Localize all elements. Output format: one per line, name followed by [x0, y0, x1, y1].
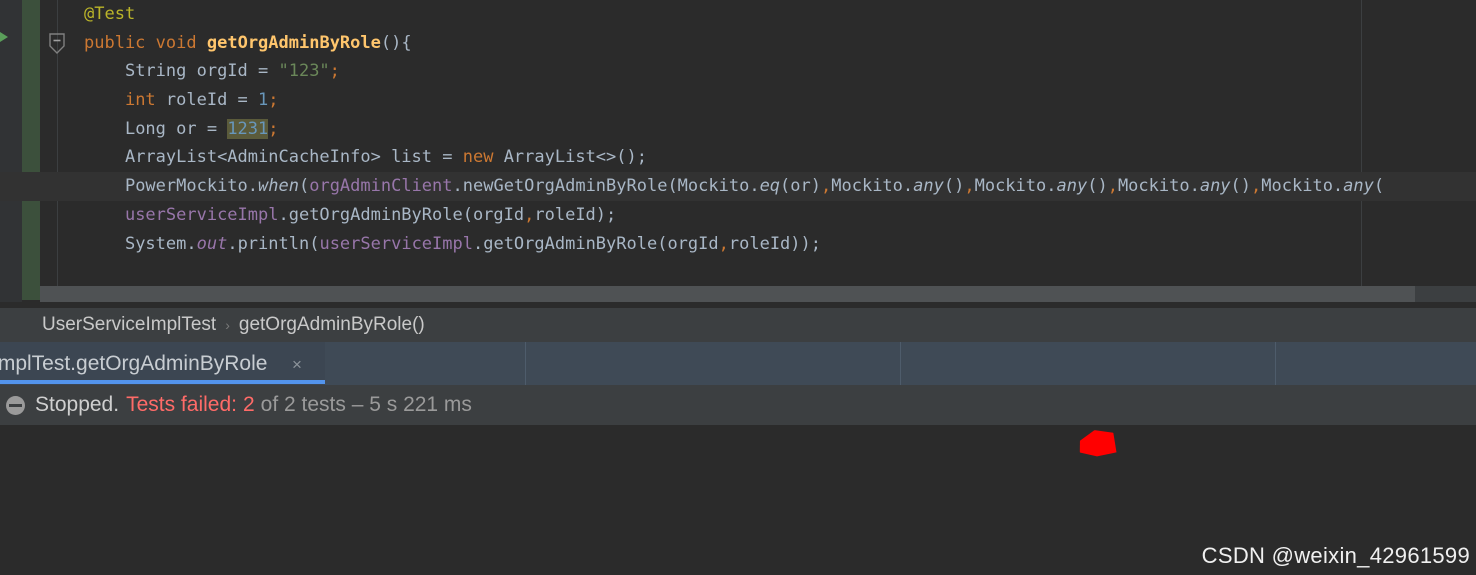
- close-icon[interactable]: ×: [292, 355, 302, 375]
- code-token: ArrayList<AdminCacheInfo>: [124, 147, 392, 168]
- code-line[interactable]: System.out.println(userServiceImpl.getOr…: [0, 230, 1476, 259]
- ide-screenshot: @Test public void getOrgAdminByRole(){ St…: [0, 0, 1476, 575]
- code-token: Mockito.: [1117, 176, 1200, 197]
- code-line[interactable]: String orgId = "123";: [0, 57, 1476, 86]
- code-line[interactable]: @Test: [0, 0, 1476, 29]
- code-token: =: [432, 147, 463, 168]
- code-token: any: [1199, 176, 1231, 197]
- code-token: any: [913, 176, 944, 197]
- code-line[interactable]: Long or = 1231;: [0, 115, 1476, 144]
- code-token: Mockito.: [831, 176, 914, 197]
- code-token: list: [391, 147, 433, 168]
- code-text[interactable]: @Test public void getOrgAdminByRole(){ St…: [0, 0, 1476, 300]
- watermark: CSDN @weixin_42961599: [1201, 543, 1470, 568]
- code-token: new: [462, 147, 494, 168]
- code-token: (): [943, 176, 965, 197]
- code-token: getOrgAdminByRole: [206, 32, 381, 53]
- tab-active-underline: [0, 380, 325, 384]
- code-token: ,: [964, 176, 975, 197]
- stopped-icon: [6, 395, 25, 415]
- code-token: Mockito.: [1261, 176, 1344, 197]
- breadcrumb[interactable]: UserServiceImplTest › getOrgAdminByRole(…: [0, 308, 1476, 342]
- code-token: roleId));: [728, 233, 821, 254]
- chevron-right-icon: ›: [225, 317, 230, 333]
- tab-label[interactable]: ImplTest.getOrgAdminByRole: [0, 352, 267, 376]
- code-token: .getOrgAdminByRole(orgId: [472, 233, 719, 254]
- code-token: roleId);: [534, 204, 617, 225]
- code-token: Long or =: [124, 118, 228, 139]
- code-token: ,: [821, 176, 832, 197]
- code-editor[interactable]: @Test public void getOrgAdminByRole(){ St…: [0, 0, 1476, 308]
- code-token: any: [1056, 176, 1088, 197]
- code-token: int: [124, 90, 156, 111]
- status-failed-count: 2: [242, 393, 255, 416]
- code-token: (): [1087, 176, 1108, 197]
- code-token: (){: [380, 32, 412, 53]
- code-token: when: [258, 176, 299, 197]
- code-token: (: [298, 176, 310, 197]
- code-token: ,: [524, 204, 535, 225]
- code-token: orgAdminClient: [309, 176, 453, 197]
- code-token: ,: [1251, 176, 1262, 197]
- code-line[interactable]: ArrayList<AdminCacheInfo> list = new Arr…: [0, 143, 1476, 172]
- code-token: @Test: [84, 4, 136, 24]
- code-token: .getOrgAdminByRole(orgId: [278, 204, 525, 225]
- code-token: (or): [780, 176, 821, 197]
- breadcrumb-method[interactable]: getOrgAdminByRole(): [239, 314, 425, 336]
- code-token: (: [1373, 176, 1385, 197]
- code-token: ;: [268, 90, 279, 111]
- code-token: (): [1230, 176, 1252, 197]
- code-token: PowerMockito.: [124, 176, 259, 197]
- code-token: void: [155, 32, 197, 53]
- status-stopped-label: Stopped.: [35, 393, 120, 416]
- code-token: ,: [1107, 176, 1118, 197]
- breadcrumb-class[interactable]: UserServiceImplTest: [42, 314, 216, 336]
- code-line[interactable]: int roleId = 1;: [0, 86, 1476, 115]
- code-token: .println(: [227, 233, 320, 254]
- code-token: "123": [278, 61, 330, 82]
- code-token: System.: [124, 233, 197, 254]
- status-failed-label: Tests failed:: [126, 393, 237, 416]
- tab-divider: [900, 342, 901, 385]
- code-token: String orgId =: [124, 61, 279, 82]
- tab-divider: [525, 342, 526, 385]
- code-line[interactable]: public void getOrgAdminByRole(){: [0, 29, 1476, 58]
- code-token: userServiceImpl: [319, 233, 473, 254]
- code-token: out: [196, 233, 228, 254]
- code-line[interactable]: userServiceImpl.getOrgAdminByRole(orgId,…: [0, 201, 1476, 230]
- editor-hscrollbar-thumb[interactable]: [40, 286, 1415, 302]
- code-token: userServiceImpl: [124, 204, 279, 225]
- status-summary: of 2 tests – 5 s 221 ms: [260, 393, 472, 416]
- code-token: ;: [329, 61, 340, 82]
- test-status-bar: Stopped. Tests failed: 2 of 2 tests – 5 …: [0, 385, 1476, 425]
- code-token: Mockito.: [974, 176, 1057, 197]
- code-token: eq: [759, 176, 781, 197]
- code-token: 1231: [227, 118, 269, 139]
- code-token: ;: [268, 118, 279, 139]
- code-token: public: [84, 32, 146, 53]
- code-token: 1: [258, 90, 269, 111]
- code-token: ArrayList<>();: [493, 147, 647, 168]
- code-token: .newGetOrgAdminByRole(Mockito.: [452, 176, 760, 197]
- code-line[interactable]: PowerMockito.when(orgAdminClient.newGetO…: [0, 172, 1476, 201]
- code-token: ,: [718, 233, 729, 254]
- code-token: any: [1343, 176, 1374, 197]
- code-token: roleId =: [155, 90, 259, 111]
- tab-divider: [1275, 342, 1276, 385]
